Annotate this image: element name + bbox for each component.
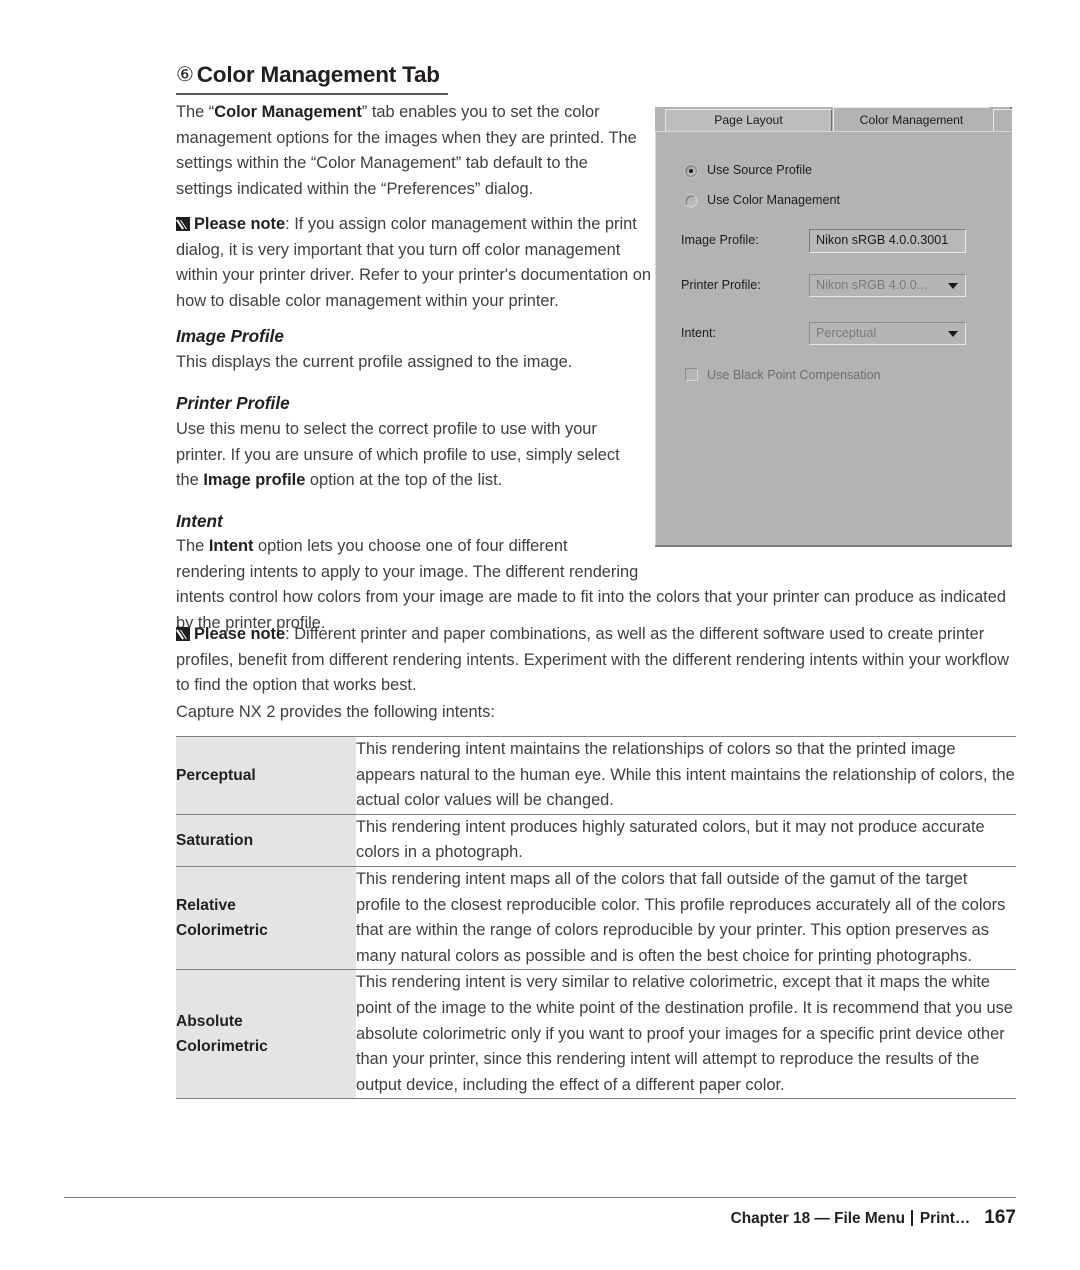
footer-chapter: Chapter 18 — File Menu xyxy=(730,1210,906,1227)
radio-use-source-profile-label[interactable]: Use Source Profile xyxy=(707,163,812,177)
table-row: Perceptual This rendering intent maintai… xyxy=(176,736,1016,815)
please-note-2-text: : Different printer and paper combinatio… xyxy=(176,625,1010,695)
print-dialog-screenshot: Page Layout Color Management Use Source … xyxy=(655,107,1012,547)
footer: Chapter 18 — File Menu Print… 167 xyxy=(731,1207,1016,1229)
pencil-note-icon xyxy=(176,627,190,641)
image-profile-field-label: Image Profile: xyxy=(681,233,759,247)
intro-prefix: The “ xyxy=(176,103,215,121)
please-note-1-label: Please note xyxy=(194,215,286,233)
printer-profile-field-label: Printer Profile: xyxy=(681,278,761,292)
subhead-printer-profile: Printer Profile xyxy=(176,393,290,413)
pencil-note-icon xyxy=(176,217,190,231)
intent-field-label: Intent: xyxy=(681,326,717,340)
intents-table-body: Perceptual This rendering intent maintai… xyxy=(176,736,1016,1100)
dialog-tabstrip: Page Layout Color Management xyxy=(655,107,1012,133)
printer-profile-emphasis: Image profile xyxy=(203,471,306,490)
printer-profile-combobox[interactable]: Nikon sRGB 4.0.0... xyxy=(809,274,966,297)
footer-divider xyxy=(64,1197,1016,1199)
intro-paragraph: The “Color Management” tab enables you t… xyxy=(176,100,646,202)
table-row: Relative Colorimetric This rendering inte… xyxy=(176,865,1016,971)
manual-page: ⑥ Color Management Tab The “Color Managem… xyxy=(0,0,1080,1270)
table-row: Saturation This rendering intent produce… xyxy=(176,813,1016,867)
radio-use-color-management[interactable] xyxy=(685,195,697,207)
footer-topic: Print… xyxy=(919,1210,971,1227)
please-note-2: Please note: Different printer and paper… xyxy=(176,622,1016,699)
please-note-1: Please note: If you assign color managem… xyxy=(176,212,654,314)
intent-description-cell: This rendering intent maintains the rela… xyxy=(356,736,1016,815)
section-title-text: Color Management Tab xyxy=(196,62,440,87)
intent-emphasis: Intent xyxy=(208,537,254,555)
radio-use-source-profile[interactable] xyxy=(685,165,697,177)
tab-color-management[interactable]: Color Management xyxy=(833,107,989,133)
image-profile-paragraph: This displays the current profile assign… xyxy=(176,353,573,371)
intent-name-cell: Relative Colorimetric xyxy=(176,865,356,971)
footer-separator-icon xyxy=(911,1210,913,1226)
checkbox-use-black-point-compensation[interactable] xyxy=(685,368,698,381)
table-row: Absolute Colorimetric This rendering inte… xyxy=(176,969,1016,1100)
subhead-image-profile: Image Profile xyxy=(176,326,284,346)
chevron-down-icon[interactable] xyxy=(948,331,958,337)
please-note-2-label: Please note xyxy=(194,625,286,643)
footer-page-number: 167 xyxy=(984,1207,1016,1228)
image-profile-textfield[interactable]: Nikon sRGB 4.0.0.3001 xyxy=(809,229,966,253)
intent-description-cell: This rendering intent maps all of the co… xyxy=(356,865,1016,971)
intro-emphasis: Color Management xyxy=(214,103,362,121)
chevron-down-icon[interactable] xyxy=(948,283,958,289)
intent-description-cell: This rendering intent is very similar to… xyxy=(356,969,1016,1100)
intent-name-cell: Saturation xyxy=(176,813,356,867)
heading-underline-rule xyxy=(176,93,448,96)
intents-intro-line: Capture NX 2 provides the following inte… xyxy=(176,703,495,721)
intent-name-cell: Absolute Colorimetric xyxy=(176,969,356,1100)
tab-overflow-stub[interactable] xyxy=(993,109,1012,131)
tab-page-layout[interactable]: Page Layout xyxy=(665,109,832,131)
intent-name-cell: Perceptual xyxy=(176,736,356,815)
dialog-panel-body: Use Source Profile Use Color Management … xyxy=(655,131,1012,545)
printer-profile-combobox-value: Nikon sRGB 4.0.0... xyxy=(816,278,928,292)
printer-profile-paragraph: Use this menu to select the correct prof… xyxy=(176,417,646,494)
printer-profile-suffix: option at the top of the list. xyxy=(305,471,503,490)
section-number-icon: ⑥ xyxy=(176,64,194,86)
rendering-intents-table: Perceptual This rendering intent maintai… xyxy=(176,736,1016,1100)
intent-prefix: The xyxy=(176,537,209,555)
page-title: ⑥ Color Management Tab xyxy=(176,62,676,88)
intent-combobox-value: Perceptual xyxy=(816,326,877,340)
radio-use-color-management-label[interactable]: Use Color Management xyxy=(707,193,840,207)
intent-description-cell: This rendering intent produces highly sa… xyxy=(356,813,1016,867)
subhead-intent: Intent xyxy=(176,511,223,531)
checkbox-use-black-point-compensation-label[interactable]: Use Black Point Compensation xyxy=(707,368,881,382)
intent-combobox[interactable]: Perceptual xyxy=(809,322,966,345)
